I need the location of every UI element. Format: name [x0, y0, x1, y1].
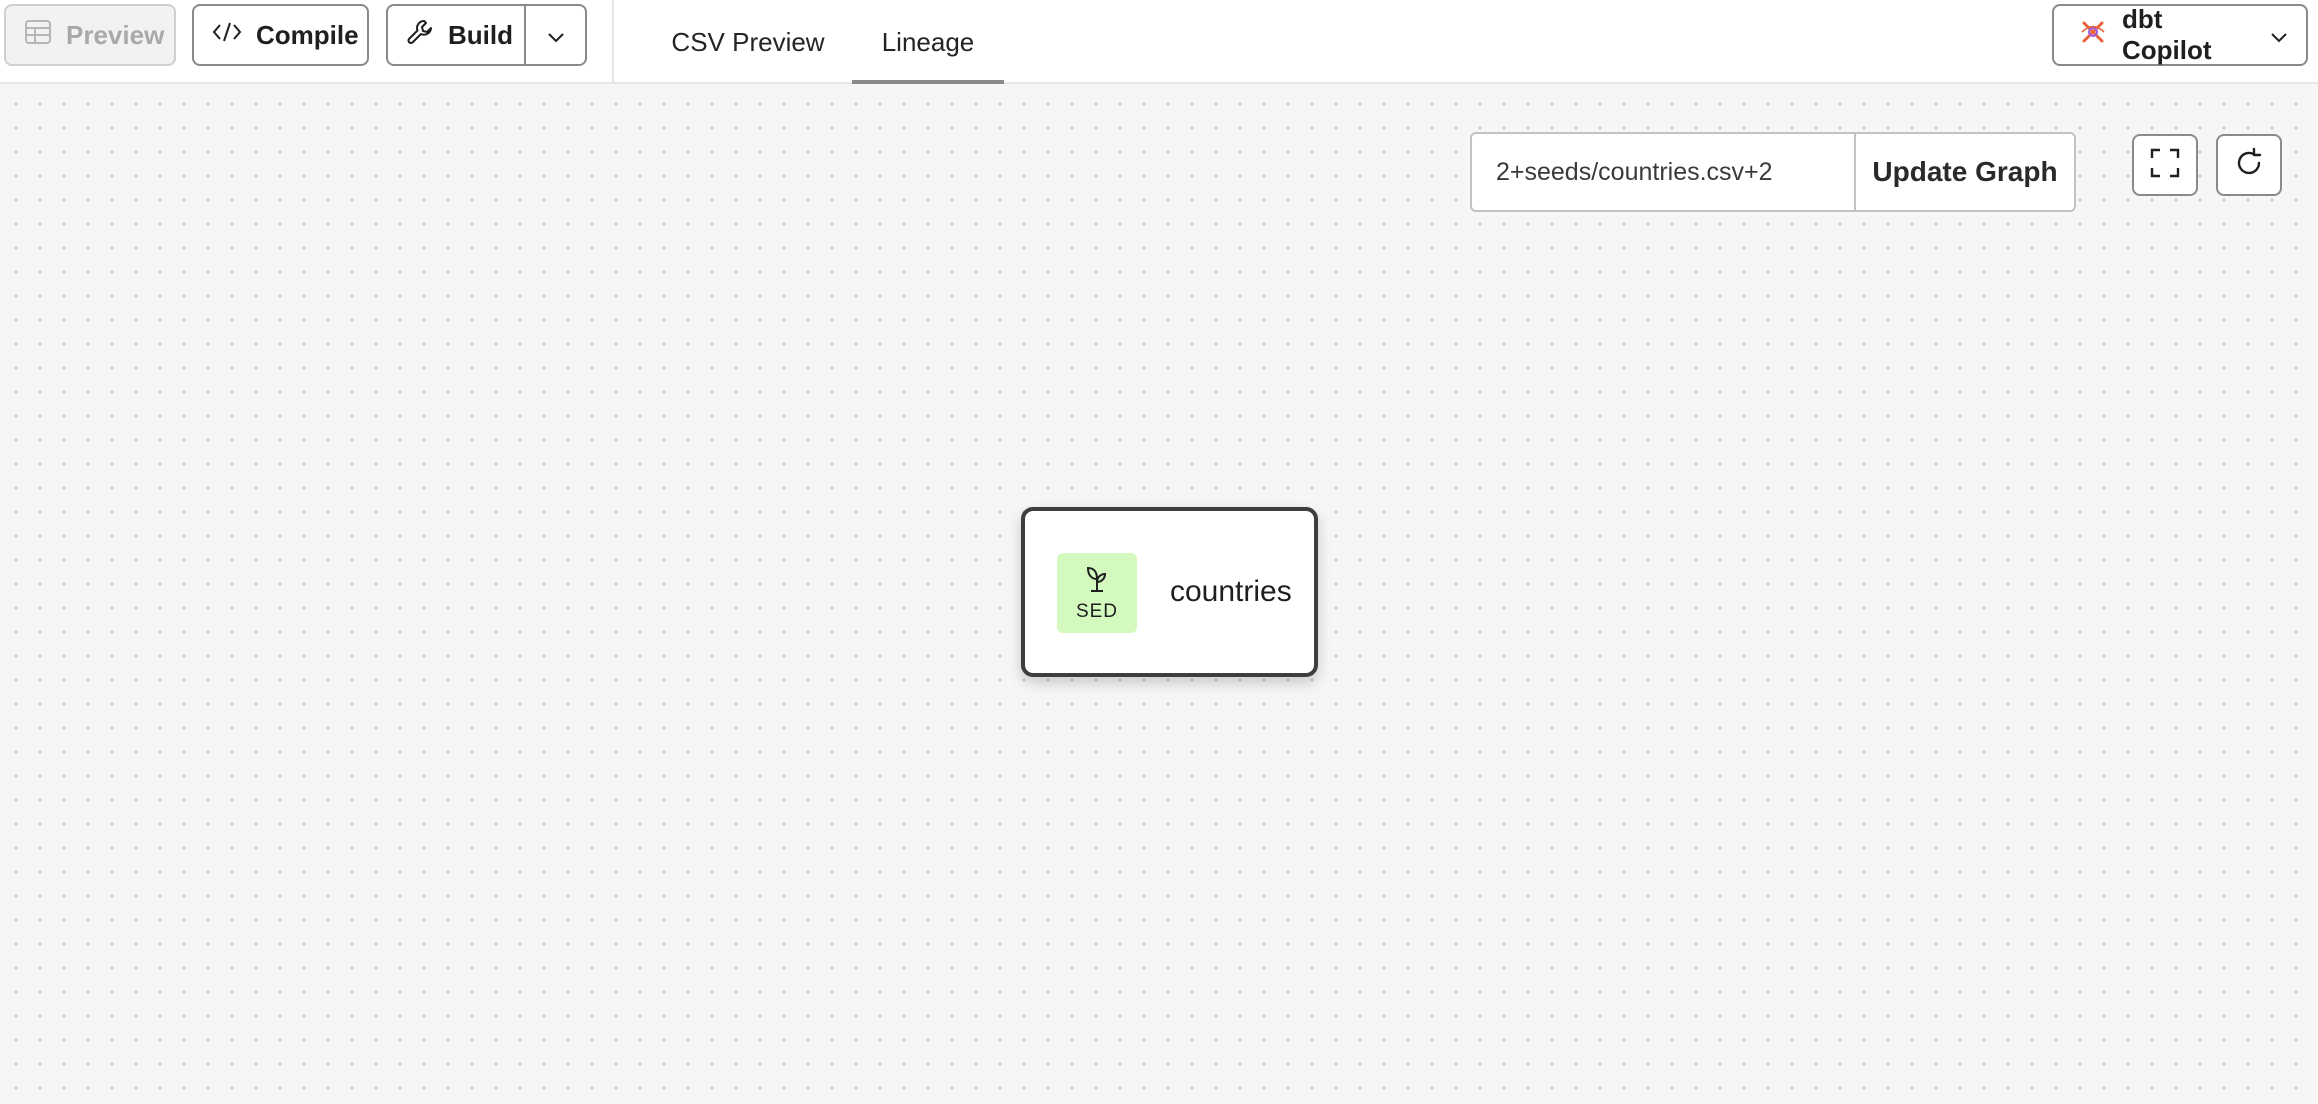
lineage-node[interactable]: SED countries [1021, 507, 1318, 677]
chevron-down-icon [2270, 20, 2288, 51]
fullscreen-icon [2149, 147, 2181, 184]
build-button[interactable]: Build [386, 4, 528, 66]
compile-button[interactable]: Compile [192, 4, 369, 66]
wrench-icon [406, 18, 434, 53]
tab-lineage[interactable]: Lineage [852, 0, 1004, 84]
build-label: Build [448, 19, 513, 50]
refresh-icon [2233, 147, 2265, 184]
node-type-badge: SED [1057, 553, 1137, 633]
code-icon [212, 20, 242, 51]
toolbar: Preview Compile Build CSV Preview Lineag… [0, 0, 2318, 84]
build-options-button[interactable] [524, 4, 587, 66]
update-graph-button[interactable]: Update Graph [1856, 134, 2074, 210]
graph-selector-input[interactable] [1472, 134, 1856, 210]
table-icon [24, 19, 52, 52]
tab-label: CSV Preview [671, 26, 825, 57]
preview-label: Preview [66, 19, 165, 50]
tab-csv-preview[interactable]: CSV Preview [648, 0, 848, 84]
refresh-button[interactable] [2216, 134, 2282, 196]
copilot-label: dbt Copilot [2122, 4, 2212, 65]
chevron-down-icon [547, 20, 565, 51]
graph-selector-form: Update Graph [1470, 132, 2076, 212]
toolbar-divider [612, 0, 614, 84]
compile-label: Compile [256, 19, 359, 50]
dbt-copilot-button[interactable]: dbt Copilot [2052, 4, 2308, 66]
preview-button[interactable]: Preview [4, 4, 176, 66]
tab-label: Lineage [881, 26, 975, 57]
node-name: countries [1170, 575, 1292, 608]
seed-sprout-icon [1084, 564, 1110, 597]
copilot-icon [2078, 17, 2108, 54]
node-type-label: SED [1075, 600, 1119, 622]
fullscreen-button[interactable] [2132, 134, 2198, 196]
